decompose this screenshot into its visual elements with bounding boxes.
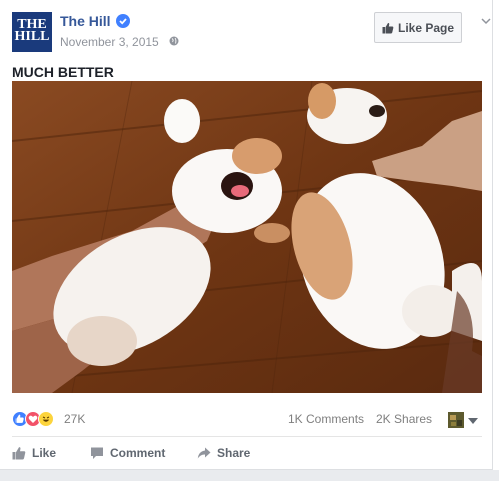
like-page-button[interactable]: Like Page [374,12,462,43]
haha-reaction-icon [38,411,54,427]
thumbs-up-icon [382,22,394,33]
comments-count-link[interactable]: 1K Comments [288,412,364,426]
share-label: Share [217,446,251,460]
share-button[interactable]: Share [197,444,250,462]
avatar-line2: HILL [14,29,50,44]
thumbs-up-icon [12,447,26,460]
post-as-chevron-icon[interactable] [468,418,478,424]
comment-label: Comment [110,446,166,460]
post-card: THE HILL The Hill November 3, 2015 Like … [0,0,493,470]
page-avatar[interactable]: THE HILL [12,12,52,52]
post-image[interactable] [12,81,482,393]
corgi-puppies-image [12,81,482,393]
feed-background [0,470,499,481]
post-text: MUCH BETTER [12,64,114,80]
like-button[interactable]: Like [12,444,56,462]
share-icon [197,447,211,459]
globe-icon [169,36,179,46]
actions-divider [12,436,482,437]
reaction-icons[interactable] [12,410,54,428]
shares-count-link[interactable]: 2K Shares [376,412,432,426]
like-page-label: Like Page [397,20,455,35]
verified-badge-icon [116,14,130,28]
post-timestamp[interactable]: November 3, 2015 [60,35,159,49]
viewer-avatar[interactable] [448,412,464,428]
comment-button[interactable]: Comment [90,444,165,462]
page-name-link[interactable]: The Hill [60,13,111,29]
reaction-count[interactable]: 27K [64,412,85,426]
like-label: Like [32,446,57,460]
post-options-chevron-icon[interactable] [479,14,493,28]
comment-icon [91,447,103,459]
